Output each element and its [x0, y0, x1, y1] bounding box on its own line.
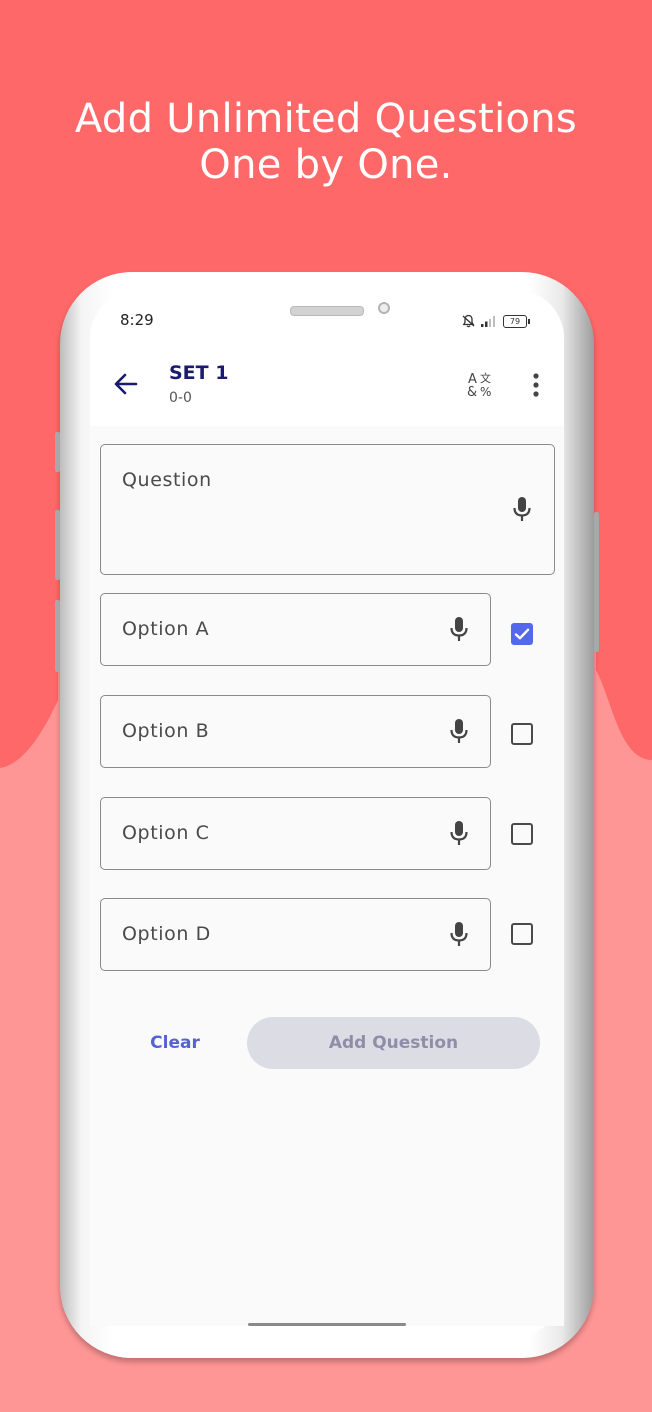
more-vert-icon[interactable]	[526, 372, 546, 398]
mic-icon[interactable]	[511, 495, 533, 523]
phone-speaker	[290, 306, 364, 316]
translate-icon[interactable]: A 文 & %	[466, 370, 496, 400]
back-arrow-icon[interactable]	[112, 370, 140, 398]
phone-side-button	[55, 432, 60, 472]
checkmark-icon	[514, 628, 530, 640]
option-c-placeholder: Option C	[122, 822, 210, 844]
option-d-input[interactable]: Option D	[100, 898, 491, 971]
headline: Add Unlimited Questions One by One.	[0, 96, 652, 188]
home-indicator[interactable]	[248, 1323, 406, 1326]
status-icons: 79	[462, 313, 530, 329]
option-d-placeholder: Option D	[122, 923, 211, 945]
mic-icon[interactable]	[448, 819, 470, 847]
option-b-correct-checkbox[interactable]	[511, 723, 533, 745]
option-a-input[interactable]: Option A	[100, 593, 491, 666]
page-title: SET 1	[169, 362, 229, 384]
page-subtitle: 0-0	[169, 390, 192, 406]
option-c-correct-checkbox[interactable]	[511, 823, 533, 845]
option-b-input[interactable]: Option B	[100, 695, 491, 768]
phone-power-button	[594, 512, 599, 652]
headline-line-2: One by One.	[199, 142, 453, 188]
headline-line-1: Add Unlimited Questions	[74, 96, 578, 142]
mic-icon[interactable]	[448, 717, 470, 745]
svg-text:文: 文	[480, 371, 491, 385]
question-placeholder: Question	[122, 469, 212, 491]
question-input[interactable]: Question	[100, 444, 555, 575]
option-a-placeholder: Option A	[122, 618, 210, 640]
battery-icon: 79	[503, 314, 530, 328]
option-d-correct-checkbox[interactable]	[511, 923, 533, 945]
option-b-placeholder: Option B	[122, 720, 210, 742]
option-c-input[interactable]: Option C	[100, 797, 491, 870]
phone-volume-down-button	[55, 600, 60, 672]
phone-camera	[378, 302, 390, 314]
option-a-correct-checkbox[interactable]	[511, 623, 533, 645]
mic-icon[interactable]	[448, 920, 470, 948]
svg-text:%: %	[480, 385, 491, 399]
svg-text:&: &	[467, 385, 477, 400]
bell-muted-icon	[462, 314, 475, 328]
clear-button[interactable]: Clear	[134, 1028, 216, 1058]
mic-icon[interactable]	[448, 615, 470, 643]
add-question-button[interactable]: Add Question	[247, 1017, 540, 1069]
signal-icon	[481, 316, 495, 327]
status-time: 8:29	[120, 311, 154, 329]
phone-volume-up-button	[55, 510, 60, 580]
